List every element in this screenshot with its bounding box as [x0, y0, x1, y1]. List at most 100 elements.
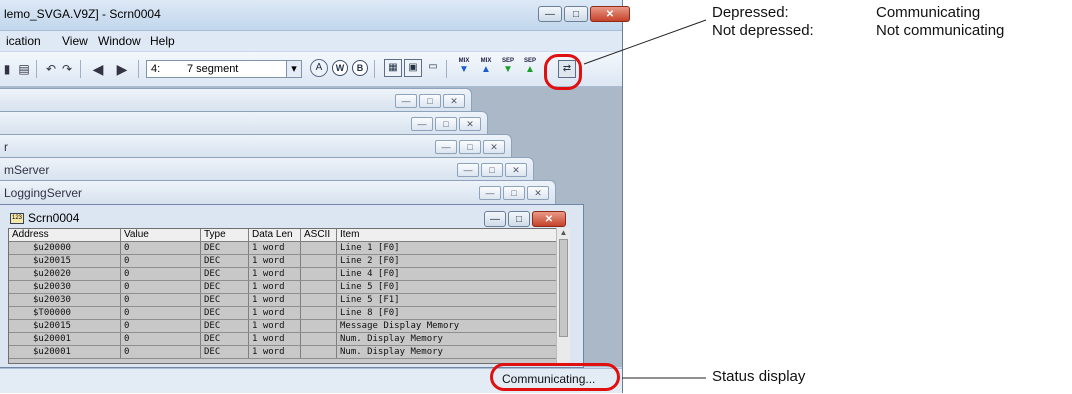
table-cell: 1 word: [249, 255, 301, 267]
table-cell: [301, 320, 337, 332]
scrn-close-button[interactable]: ✕: [532, 211, 566, 227]
table-cell: 1 word: [249, 333, 301, 345]
device-monitor-table: Address Value Type Data Len ASCII Item $…: [8, 228, 570, 364]
table-row[interactable]: $u20020 0 DEC 1 word Line 4 [F0]: [9, 268, 569, 281]
table-row[interactable]: $T00000 0 DEC 1 word Line 8 [F0]: [9, 307, 569, 320]
toolbar: ▮ ▤ ↶ ↷ ◀ ▶ 4: 7 segment ▾ A W B ▦ ▣ ▭ M…: [0, 52, 622, 87]
table-cell: [301, 333, 337, 345]
table-cell: Line 5 [F1]: [340, 295, 400, 305]
callout-not-depressed-value: Not communicating: [876, 22, 1005, 39]
menu-help[interactable]: Help: [150, 34, 175, 48]
close-button[interactable]: ✕: [590, 6, 630, 22]
screen-icon: 123: [10, 212, 24, 224]
header-ascii[interactable]: ASCII: [301, 229, 337, 241]
table-cell: 1 word: [249, 242, 301, 254]
table-row[interactable]: $u20015 0 DEC 1 word Line 2 [F0]: [9, 255, 569, 268]
screen-display-icon[interactable]: ▭: [424, 59, 442, 77]
callout-status-display: Status display: [712, 368, 806, 385]
table-cell: Line 1 [F0]: [340, 243, 400, 253]
table-header: Address Value Type Data Len ASCII Item: [9, 229, 569, 242]
table-cell: 0: [121, 294, 201, 306]
title-bar: lemo_SVGA.V9Z] - Scrn0004 — □ ✕: [0, 0, 630, 31]
table-cell: $u20015: [9, 255, 121, 267]
scrn-maximize-button[interactable]: □: [508, 211, 530, 227]
screen-color-icon[interactable]: ▣: [404, 59, 422, 77]
scrn-window-title: Scrn0004: [28, 211, 80, 225]
callout-not-depressed-label: Not depressed:: [712, 22, 814, 39]
table-cell: DEC: [201, 320, 249, 332]
table-cell: DEC: [201, 307, 249, 319]
table-cell: [301, 242, 337, 254]
table-cell: Line 5 [F0]: [340, 282, 400, 292]
table-cell: Num. Display Memory: [340, 347, 443, 357]
maximize-button[interactable]: □: [564, 6, 588, 22]
table-cell: $u20000: [9, 242, 121, 254]
mix-blue-icon[interactable]: MIX ▼: [456, 58, 472, 82]
header-item[interactable]: Item: [337, 229, 569, 241]
child-window-5[interactable]: LoggingServer — □ ✕: [0, 180, 556, 206]
redo-icon[interactable]: ↷: [60, 60, 74, 78]
scroll-thumb[interactable]: [559, 239, 568, 337]
table-row[interactable]: $u20001 0 DEC 1 word Num. Display Memory: [9, 333, 569, 346]
table-cell: [301, 294, 337, 306]
table-cell: Message Display Memory: [340, 321, 460, 331]
table-cell: [301, 346, 337, 358]
table-cell: DEC: [201, 333, 249, 345]
scroll-up-icon[interactable]: ▲: [557, 228, 570, 237]
next-screen-icon[interactable]: ▶: [114, 60, 130, 78]
table-cell: $u20015: [9, 320, 121, 332]
sep-green-icon[interactable]: SEP ▼: [500, 58, 516, 82]
table-row[interactable]: $u20015 0 DEC 1 word Message Display Memory: [9, 320, 569, 333]
table-cell: Line 4 [F0]: [340, 269, 400, 279]
table-cell: 0: [121, 255, 201, 267]
screen-monitor-icon[interactable]: ▦: [384, 59, 402, 77]
table-cell: $u20030: [9, 281, 121, 293]
scrn-minimize-button[interactable]: —: [484, 211, 506, 227]
table-scrollbar[interactable]: ▲: [556, 228, 570, 364]
table-cell: 0: [121, 242, 201, 254]
table-cell: $T00000: [9, 307, 121, 319]
address-display-icon[interactable]: A: [310, 59, 328, 77]
highlight-communication-button: [544, 54, 582, 90]
previous-screen-icon[interactable]: ◀: [90, 60, 106, 78]
table-cell: 0: [121, 346, 201, 358]
table-cell: $u20020: [9, 268, 121, 280]
copy-icon[interactable]: ▤: [16, 60, 32, 78]
table-row[interactable]: $u20001 0 DEC 1 word Num. Display Memory: [9, 346, 569, 359]
table-cell: 1 word: [249, 320, 301, 332]
table-cell: Line 8 [F0]: [340, 308, 400, 318]
bit-icon[interactable]: B: [352, 60, 368, 76]
word-icon[interactable]: W: [332, 60, 348, 76]
callout-depressed-value: Communicating: [876, 4, 981, 21]
header-data-len[interactable]: Data Len: [249, 229, 301, 241]
table-cell: Line 2 [F0]: [340, 256, 400, 266]
table-cell: 1 word: [249, 268, 301, 280]
minimize-button[interactable]: —: [538, 6, 562, 22]
window-title: lemo_SVGA.V9Z] - Scrn0004: [4, 7, 161, 21]
table-cell: DEC: [201, 281, 249, 293]
table-row[interactable]: $u20000 0 DEC 1 word Line 1 [F0]: [9, 242, 569, 255]
undo-icon[interactable]: ↶: [44, 60, 58, 78]
menu-window[interactable]: Window: [98, 34, 141, 48]
screen-select[interactable]: 4: 7 segment ▾: [146, 60, 302, 78]
chevron-down-icon[interactable]: ▾: [286, 61, 301, 77]
table-cell: 0: [121, 281, 201, 293]
table-cell: 1 word: [249, 307, 301, 319]
table-row[interactable]: $u20030 0 DEC 1 word Line 5 [F1]: [9, 294, 569, 307]
table-cell: $u20001: [9, 346, 121, 358]
header-address[interactable]: Address: [9, 229, 121, 241]
table-cell: Num. Display Memory: [340, 334, 443, 344]
sep-green-icon-2[interactable]: SEP ▲: [522, 58, 538, 82]
table-cell: 0: [121, 333, 201, 345]
mix-blue-icon-2[interactable]: MIX ▲: [478, 58, 494, 82]
toolbar-icon[interactable]: ▮: [2, 60, 12, 78]
menu-communication[interactable]: ication: [6, 34, 41, 48]
table-cell: 0: [121, 268, 201, 280]
table-row[interactable]: $u20030 0 DEC 1 word Line 5 [F0]: [9, 281, 569, 294]
header-type[interactable]: Type: [201, 229, 249, 241]
header-value[interactable]: Value: [121, 229, 201, 241]
menu-view[interactable]: View: [62, 34, 88, 48]
screen-name: 7 segment: [187, 63, 239, 75]
table-cell: 1 word: [249, 281, 301, 293]
table-cell: 1 word: [249, 346, 301, 358]
